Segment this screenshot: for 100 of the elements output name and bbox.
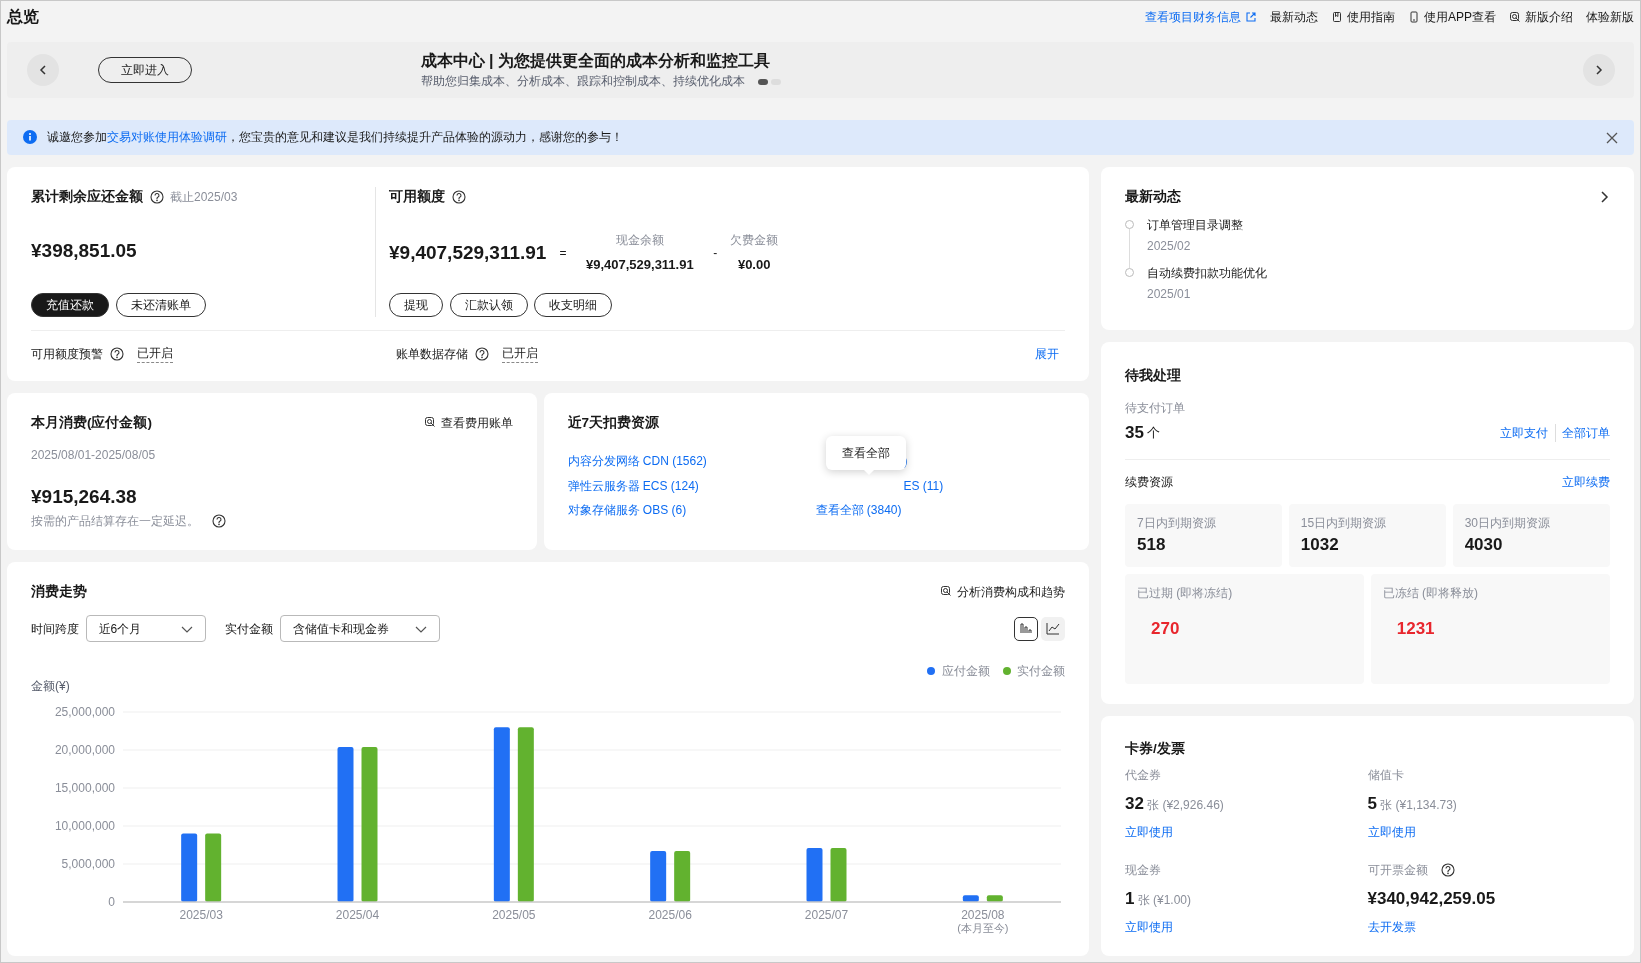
resource-link[interactable]: 对象存储服务 OBS (6)	[567, 501, 816, 520]
news-date: 2025/01	[1147, 286, 1192, 304]
category-label: 2025/07	[804, 907, 849, 922]
voucher-label: 现金券	[1125, 862, 1161, 879]
unit-label: 张	[1137, 891, 1150, 909]
help-icon[interactable]	[474, 346, 489, 361]
help-icon[interactable]	[212, 513, 226, 528]
section-title: 消费走势	[31, 582, 87, 601]
book-icon	[1331, 10, 1343, 23]
help-icon[interactable]	[149, 189, 164, 204]
use-link[interactable]: 立即使用	[1125, 822, 1173, 841]
phone-icon	[1408, 10, 1420, 23]
outline-button[interactable]: 收支明细	[534, 292, 612, 317]
help-icon[interactable]	[109, 346, 124, 361]
pending-label: 待支付订单	[1125, 399, 1186, 417]
voucher-label: 代金券	[1125, 767, 1161, 784]
axis-title: 金额(¥)	[31, 679, 70, 693]
voucher-label: 可开票金额	[1367, 862, 1428, 879]
resource-tile[interactable]: 30日内到期资源 4030	[1452, 503, 1610, 567]
unit-label: 张	[1147, 796, 1160, 814]
resource-tile[interactable]: 已冻结 (即将释放) 1231	[1370, 573, 1610, 684]
help-icon[interactable]	[451, 189, 466, 204]
voucher-amount: (¥1,134.73)	[1395, 796, 1457, 814]
header-link[interactable]: 使用指南	[1331, 7, 1395, 26]
info-icon	[23, 130, 37, 145]
use-link[interactable]: 立即使用	[1125, 917, 1173, 936]
category-label: 2025/04	[335, 907, 380, 922]
chevron-right-icon	[1600, 191, 1610, 204]
news-title[interactable]: 订单管理目录调整	[1147, 215, 1243, 234]
order-link[interactable]: 全部订单	[1554, 423, 1610, 442]
renew-link[interactable]: 立即续费	[1562, 472, 1610, 491]
resource-link[interactable]: 弹性云服务器 ECS (124)	[567, 476, 816, 495]
voucher-count: 5	[1367, 792, 1377, 815]
resource-tile[interactable]: 7日内到期资源 518	[1125, 503, 1283, 567]
setting-label: 可用额度预警	[31, 345, 103, 363]
order-link[interactable]: 立即支付	[1500, 423, 1555, 442]
unpaid-bills-button[interactable]: 未还清账单	[115, 293, 206, 318]
tile-value: 270	[1150, 617, 1181, 640]
tile-label: 30日内到期资源	[1464, 514, 1551, 532]
use-link[interactable]: 立即使用	[1367, 822, 1416, 841]
view-bill-link[interactable]: 查看费用账单	[424, 413, 513, 432]
survey-link[interactable]: 交易对账使用体验调研	[106, 130, 227, 145]
help-icon[interactable]	[1440, 863, 1455, 877]
dropdown[interactable]: 含储值卡和现金券	[279, 615, 440, 642]
header-link[interactable]: 查看项目财务信息	[1145, 7, 1257, 26]
category-label: 2025/05	[492, 907, 536, 922]
minus-sign: -	[713, 244, 718, 262]
section-title: 本月消费(应付金额)	[31, 413, 152, 432]
bar	[986, 894, 1003, 902]
delay-note: 按需的产品结算存在一定延迟。	[31, 512, 199, 530]
as-of-date: 截止2025/03	[170, 188, 238, 206]
use-link[interactable]: 去开发票	[1367, 917, 1416, 936]
outline-button[interactable]: 汇款认领	[449, 292, 528, 317]
date-range: 2025/08/01-2025/08/05	[31, 446, 157, 464]
tile-value: 4030	[1464, 533, 1504, 556]
external-link-icon	[1245, 10, 1257, 23]
category-label: 2025/08 (本月至今)	[957, 907, 1009, 934]
analysis-link[interactable]: 分析消费构成和趋势	[940, 582, 1065, 601]
voucher-count: 32	[1125, 792, 1144, 815]
line-chart-toggle[interactable]	[1041, 616, 1065, 641]
setting-status[interactable]: 已开启	[501, 344, 538, 364]
header-link[interactable]: 体验新版	[1586, 7, 1634, 26]
header-link[interactable]: 最新动态	[1270, 7, 1318, 26]
section-title: 累计剩余应还金额	[31, 187, 143, 206]
expand-link[interactable]: 展开	[1034, 344, 1059, 363]
banner-title: 成本中心 | 为您提供更全面的成本分析和监控工具	[420, 51, 771, 72]
cash-label: 现金余额	[614, 231, 665, 249]
tile-value: 1231	[1395, 617, 1436, 640]
notice-text: 诚邀您参加交易对账使用体验调研，您宝贵的意见和建议是我们持续提升产品体验的源动力，感谢您的参与！	[46, 129, 623, 147]
tile-label: 已冻结 (即将释放)	[1382, 584, 1480, 602]
resource-link[interactable]: ES (11)	[815, 476, 944, 495]
resource-link[interactable]: 内容分发网络 CDN (1562)	[567, 452, 816, 471]
section-title: 可用额度	[389, 187, 445, 206]
tick-label: 20,000,000	[54, 742, 115, 757]
news-title[interactable]: 自动续费扣款功能优化	[1147, 264, 1267, 282]
tick-label: 0	[108, 894, 115, 909]
search-icon	[1509, 10, 1521, 23]
bar	[830, 847, 847, 902]
pending-count: 35	[1125, 422, 1144, 444]
header-link[interactable]: 使用APP查看	[1408, 7, 1496, 26]
dropdown[interactable]: 近6个月	[85, 615, 206, 642]
category-label: 2025/06	[648, 907, 692, 922]
tile-label: 15日内到期资源	[1300, 514, 1388, 532]
bar	[181, 833, 198, 902]
resource-tile[interactable]: 已过期 (即将冻结) 270	[1125, 573, 1365, 684]
resource-link[interactable]: 查看全部 (3840)	[815, 501, 944, 520]
bar-chart-icon	[1018, 622, 1033, 635]
bar-chart-toggle[interactable]	[1013, 616, 1038, 641]
outline-button[interactable]: 提现	[389, 292, 443, 317]
repay-button[interactable]: 充值还款	[31, 293, 109, 318]
tick-label: 15,000,000	[54, 780, 115, 795]
voucher-amount: (¥1.00)	[1152, 891, 1191, 909]
tick-label: 25,000,000	[54, 704, 115, 719]
header-link[interactable]: 新版介绍	[1509, 7, 1573, 26]
resource-tile[interactable]: 15日内到期资源 1032	[1288, 503, 1447, 567]
page-title: 总览	[7, 6, 39, 27]
setting-status[interactable]: 已开启	[136, 344, 173, 364]
unit-label: 张	[1380, 796, 1393, 814]
section-title: 近7天扣费资源	[567, 413, 660, 432]
legend-label: 实付金额	[1017, 662, 1065, 680]
